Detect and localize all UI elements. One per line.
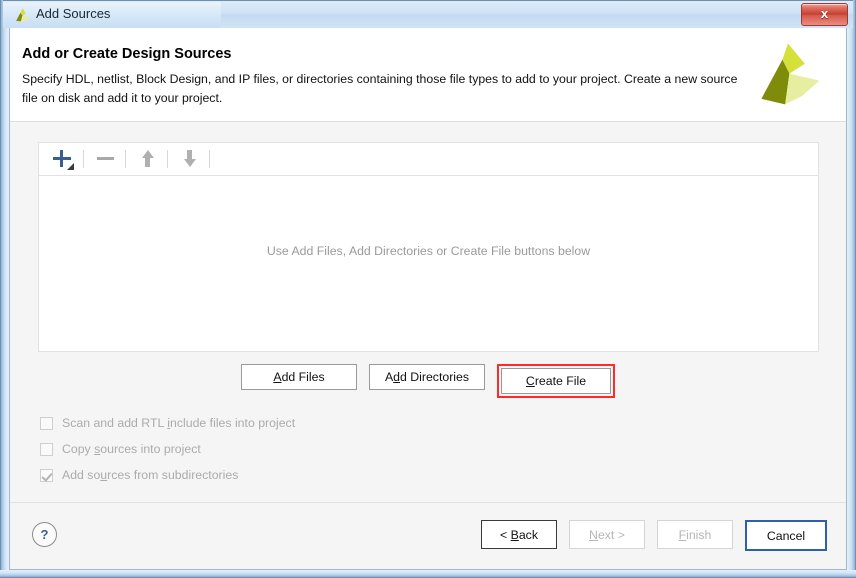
add-files-button[interactable]: Add Files: [241, 364, 357, 390]
arrow-down-icon: [184, 159, 196, 167]
vivado-logo-icon: [16, 8, 30, 22]
chevron-down-icon: [67, 163, 74, 170]
scan-rtl-include-label: Scan and add RTL include files into proj…: [62, 416, 296, 430]
create-file-button[interactable]: Create File: [501, 368, 611, 394]
toolbar-separator-3: [167, 150, 168, 168]
next-button: Next >: [569, 520, 645, 549]
toolbar-separator-1: [83, 150, 84, 168]
toolbar-separator-4: [209, 150, 210, 168]
screen: Sources ? _ ⊡ ⊡ ⊡ × Project Summary Add …: [0, 0, 856, 578]
add-directories-button[interactable]: Add Directories: [369, 364, 485, 390]
add-files-wrapper: Add Files: [241, 364, 357, 398]
window-title: Add Sources: [36, 6, 111, 21]
add-directories-wrapper: Add Directories: [369, 364, 485, 398]
source-list-panel: Use Add Files, Add Directories or Create…: [38, 142, 819, 352]
title-bar[interactable]: Add Sources x: [3, 0, 853, 28]
scan-rtl-include-checkbox[interactable]: Scan and add RTL include files into proj…: [40, 410, 295, 436]
window-frame-bottom: [0, 570, 856, 578]
close-button[interactable]: x: [801, 3, 848, 26]
action-button-row: Add Files Add Directories Create File: [10, 364, 846, 398]
add-subdirectories-checkbox[interactable]: Add sources from subdirectories: [40, 462, 295, 488]
window-frame-left: [0, 0, 9, 578]
dialog-client-area: Add or Create Design Sources Specify HDL…: [9, 28, 847, 570]
page-title: Add or Create Design Sources: [22, 46, 232, 62]
xilinx-logo-icon: [761, 43, 820, 105]
remove-source-button: [88, 143, 122, 174]
move-up-button: [130, 143, 164, 174]
dialog-banner: Add or Create Design Sources Specify HDL…: [10, 28, 846, 122]
cancel-button[interactable]: Cancel: [745, 520, 827, 551]
question-mark-icon: ?: [40, 527, 49, 542]
arrow-up-icon-stem: [145, 157, 150, 167]
plus-icon-vertical: [60, 150, 63, 167]
back-button[interactable]: < Back: [481, 520, 557, 549]
checkbox-icon: [40, 416, 53, 430]
page-description: Specify HDL, netlist, Block Design, and …: [22, 72, 738, 105]
copy-sources-checkbox[interactable]: Copy sources into project: [40, 436, 295, 462]
move-down-button: [172, 143, 206, 174]
add-sources-dialog: Add Sources x Add or Create Design Sourc…: [0, 0, 856, 578]
minus-icon: [97, 157, 114, 160]
footer-separator: [10, 502, 846, 503]
help-button[interactable]: ?: [32, 522, 57, 547]
arrow-up-icon: [142, 150, 154, 158]
source-options-group: Scan and add RTL include files into proj…: [40, 410, 295, 488]
checkbox-checked-icon: [40, 468, 53, 482]
create-file-highlight: Create File: [497, 364, 615, 398]
add-subdirectories-label: Add sources from subdirectories: [62, 468, 239, 482]
copy-sources-label: Copy sources into project: [62, 442, 201, 456]
close-icon: x: [820, 6, 829, 21]
source-list-toolbar: [39, 143, 818, 176]
checkbox-icon: [40, 442, 53, 456]
add-source-button[interactable]: [45, 143, 79, 174]
finish-button: Finish: [657, 520, 733, 549]
window-frame-right: [847, 0, 856, 578]
wizard-navigation-row: < Back Next > Finish Cancel: [481, 520, 827, 551]
toolbar-separator-2: [125, 150, 126, 168]
